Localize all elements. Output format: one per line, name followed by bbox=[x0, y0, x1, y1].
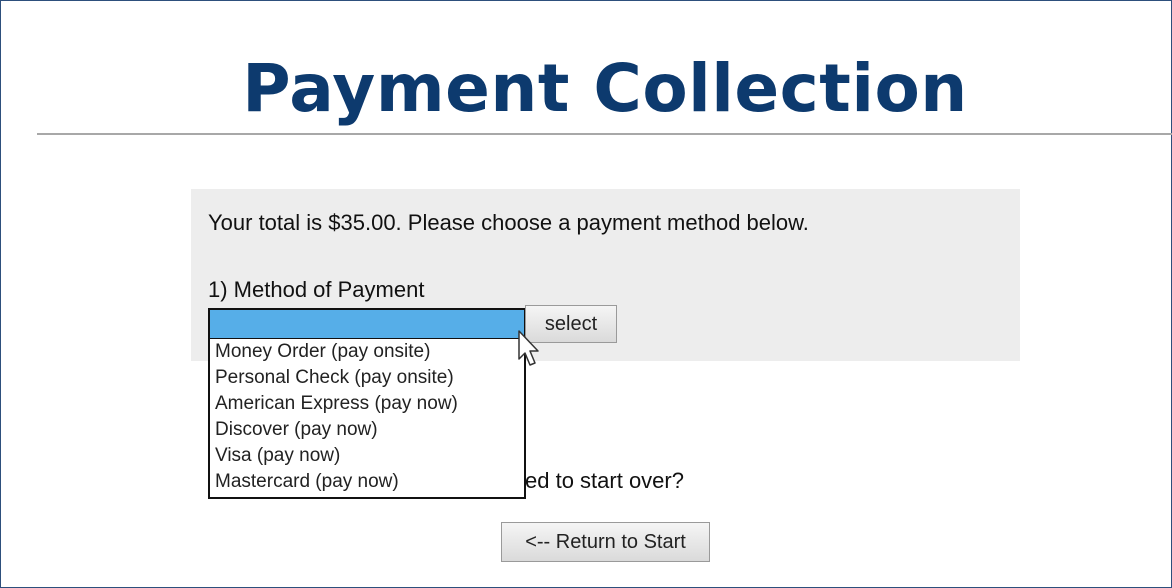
dropdown-option-money-order[interactable]: Money Order (pay onsite) bbox=[210, 339, 524, 365]
total-message: Your total is $35.00. Please choose a pa… bbox=[208, 210, 809, 235]
dropdown-option-mastercard[interactable]: Mastercard (pay now) bbox=[210, 469, 524, 495]
page-title: Payment Collection bbox=[242, 50, 968, 127]
return-to-start-button[interactable]: <-- Return to Start bbox=[501, 522, 710, 562]
payment-method-select[interactable] bbox=[208, 308, 526, 338]
page-frame: Payment Collection Your total is $35.00.… bbox=[0, 0, 1172, 588]
dropdown-option-american-express[interactable]: American Express (pay now) bbox=[210, 391, 524, 417]
start-over-prompt: ed to start over? bbox=[525, 468, 684, 493]
dropdown-option-discover[interactable]: Discover (pay now) bbox=[210, 417, 524, 443]
mouse-pointer-icon bbox=[518, 330, 539, 366]
dropdown-option-visa[interactable]: Visa (pay now) bbox=[210, 443, 524, 469]
payment-method-label: 1) Method of Payment bbox=[208, 277, 425, 302]
title-divider bbox=[37, 133, 1172, 135]
dropdown-option-personal-check[interactable]: Personal Check (pay onsite) bbox=[210, 365, 524, 391]
payment-method-dropdown: Money Order (pay onsite) Personal Check … bbox=[208, 338, 526, 499]
